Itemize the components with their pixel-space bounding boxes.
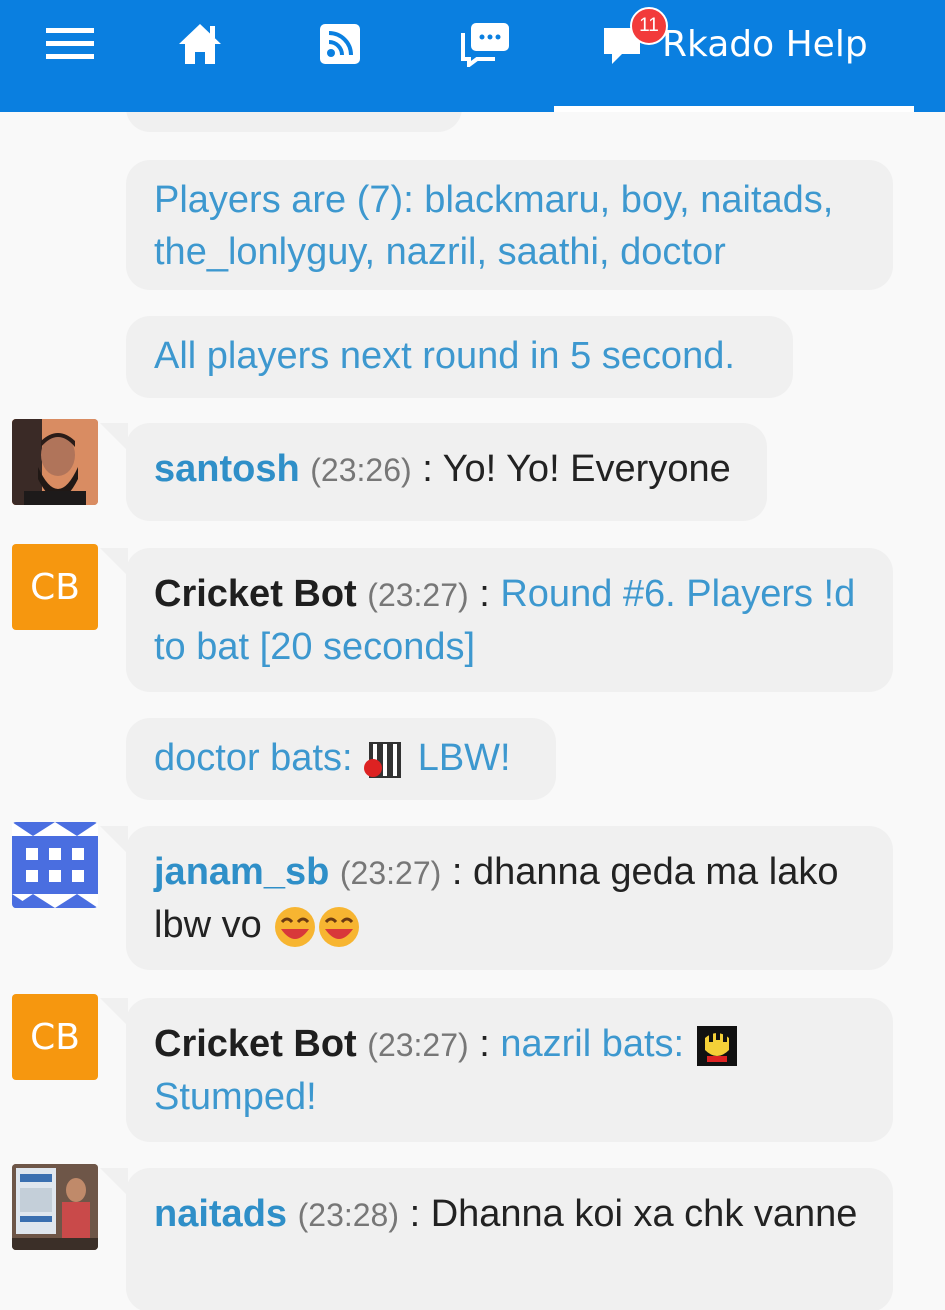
- bubble-tail: [100, 423, 128, 451]
- chat-rooms-icon: [461, 23, 509, 67]
- glove-catch-icon: [696, 1025, 737, 1066]
- system-message-text: All players next round in 5 second.: [154, 335, 735, 377]
- message-result: Stumped!: [154, 1076, 317, 1118]
- active-tab-indicator: [554, 106, 914, 112]
- username[interactable]: naitads: [154, 1193, 287, 1235]
- system-message-result: LBW!: [417, 737, 511, 779]
- notification-badge: 11: [630, 7, 668, 45]
- laughing-emoji-icon: [275, 906, 360, 947]
- timestamp: (23:26): [310, 452, 412, 488]
- avatar-cricket-bot[interactable]: CB: [12, 994, 98, 1080]
- menu-icon: [46, 28, 94, 59]
- bubble-tail: [100, 998, 128, 1026]
- cricket-stumps-icon: [364, 741, 402, 778]
- identicon-icon: [12, 822, 98, 908]
- chat-message: Cricket Bot (23:27) : nazril bats: Stump…: [126, 998, 893, 1142]
- separator: :: [479, 573, 490, 615]
- home-icon: [179, 24, 221, 64]
- timestamp: (23:27): [367, 1027, 469, 1063]
- user-photo-icon: [12, 1164, 98, 1250]
- avatar-naitads[interactable]: [12, 1164, 98, 1250]
- home-tab[interactable]: [160, 0, 240, 88]
- message-text: nazril bats:: [500, 1023, 685, 1065]
- separator: :: [409, 1193, 421, 1235]
- bubble-tail: [100, 826, 128, 854]
- chat-rooms-tab[interactable]: [440, 0, 530, 88]
- avatar-santosh[interactable]: [12, 419, 98, 505]
- bubble-tail: [100, 548, 128, 576]
- system-message-text: doctor bats:: [154, 737, 353, 779]
- user-photo-icon: [12, 419, 98, 505]
- system-message: Players are (7): blackmaru, boy, naitads…: [126, 160, 893, 290]
- username[interactable]: Cricket Bot: [154, 1023, 357, 1065]
- top-navigation-bar: Rkado Help 11: [0, 0, 945, 112]
- system-message-text: Players are (7): blackmaru, boy, naitads…: [154, 179, 834, 273]
- separator: :: [479, 1023, 490, 1065]
- username[interactable]: Cricket Bot: [154, 573, 357, 615]
- bubble-tail: [100, 1168, 128, 1196]
- chat-message: naitads (23:28) : Dhanna koi xa chk vann…: [126, 1168, 893, 1310]
- timestamp: (23:27): [339, 855, 442, 891]
- chat-message: santosh (23:26) : Yo! Yo! Everyone: [126, 423, 767, 521]
- menu-button[interactable]: [30, 0, 110, 88]
- username[interactable]: santosh: [154, 448, 300, 490]
- system-message: All players next round in 5 second.: [126, 316, 793, 398]
- chat-message-list[interactable]: Players are (7): blackmaru, boy, naitads…: [0, 112, 945, 1310]
- separator: :: [451, 851, 463, 893]
- feed-icon: [320, 24, 360, 64]
- system-message: doctor bats: LBW!: [126, 718, 556, 800]
- avatar-janam-sb[interactable]: [12, 822, 98, 908]
- timestamp: (23:28): [297, 1197, 399, 1233]
- username[interactable]: janam_sb: [154, 851, 329, 893]
- feed-tab[interactable]: [300, 0, 380, 88]
- cut-off-message: [126, 112, 462, 132]
- separator: :: [422, 448, 433, 490]
- avatar-initials: CB: [30, 1016, 80, 1058]
- chat-message: Cricket Bot (23:27) : Round #6. Players …: [126, 548, 893, 692]
- help-label: Rkado Help: [662, 23, 868, 65]
- message-text: Yo! Yo! Everyone: [442, 448, 731, 490]
- avatar-cricket-bot[interactable]: CB: [12, 544, 98, 630]
- timestamp: (23:27): [367, 577, 469, 613]
- message-text: Dhanna koi xa chk vanne: [430, 1193, 858, 1235]
- avatar-initials: CB: [30, 566, 80, 608]
- chat-message: janam_sb (23:27) : dhanna geda ma lako l…: [126, 826, 893, 970]
